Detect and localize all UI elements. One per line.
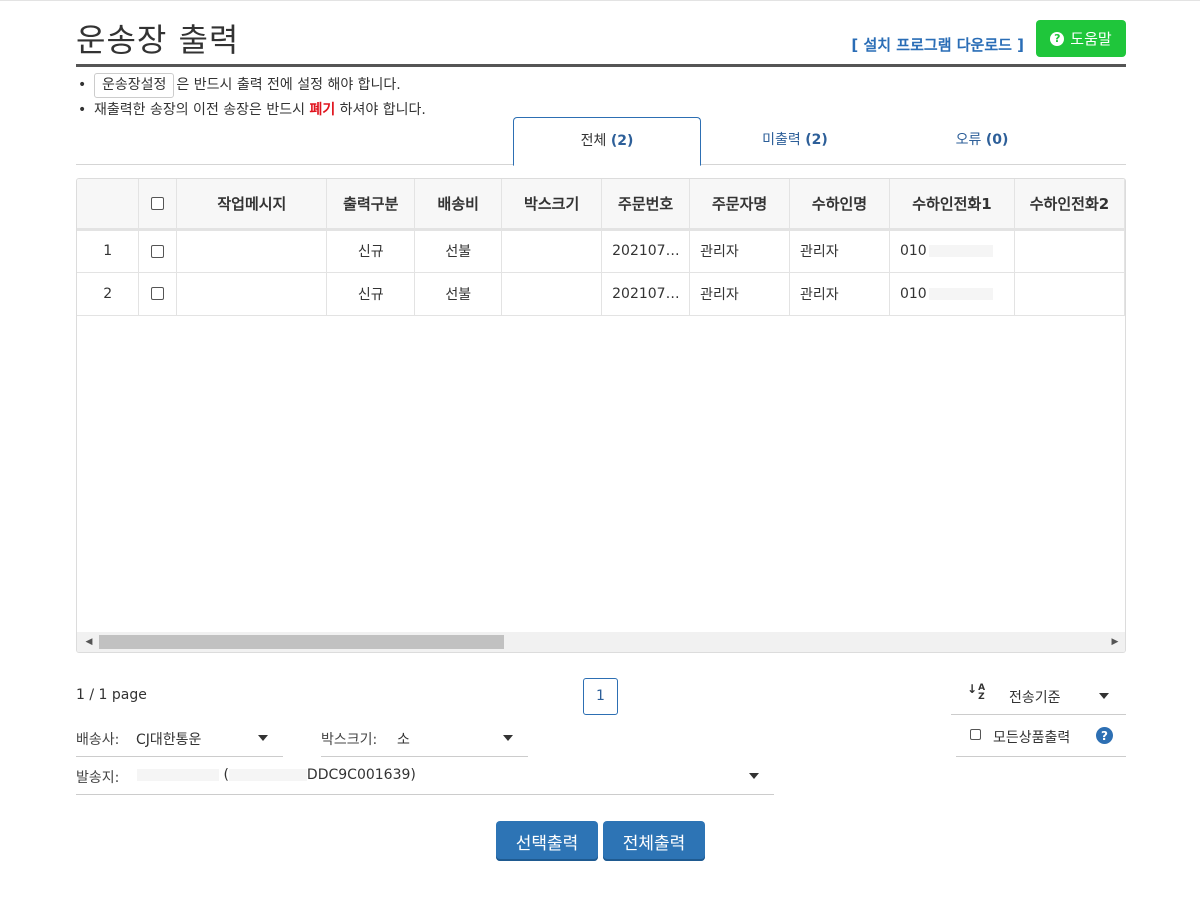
tab-all[interactable]: 전체 (2) — [513, 117, 701, 166]
question-circle-icon: ? — [1050, 31, 1065, 46]
cell-orderer: 관리자 — [689, 272, 791, 316]
print-selected-button[interactable]: 선택출력 — [496, 821, 598, 861]
tab-all-count: (2) — [610, 133, 634, 149]
cell-receiver-phone2 — [1014, 272, 1125, 316]
box-size-select[interactable]: 박스크기: 소 — [321, 719, 528, 757]
cell-message — [176, 272, 328, 316]
row-select-cell[interactable] — [138, 228, 178, 273]
help-question-icon[interactable]: ? — [1096, 727, 1113, 744]
row-number: 1 — [77, 228, 140, 273]
scroll-left-arrow-icon[interactable]: ◀ — [79, 632, 99, 652]
cell-receiver-phone1: 010 — [889, 272, 1015, 316]
page-container: 운송장 출력 [ 설치 프로그램 다운로드 ] ? 도움말 운송장설정은 반드시… — [76, 1, 1126, 861]
column-header-order-number[interactable]: 주문번호 — [601, 179, 691, 231]
horizontal-scrollbar[interactable]: ◀ ▶ — [77, 632, 1125, 652]
row-checkbox[interactable] — [151, 244, 165, 258]
cell-print-type: 신규 — [326, 228, 416, 273]
cell-receiver-phone1: 010 — [889, 228, 1015, 273]
box-size-label: 박스크기: — [321, 732, 378, 748]
select-all-checkbox[interactable] — [151, 197, 165, 211]
scrollbar-thumb[interactable] — [99, 635, 504, 649]
cell-print-type: 신규 — [326, 272, 416, 316]
cell-box-size — [501, 228, 603, 273]
column-header-receiver-phone1[interactable]: 수하인전화1 — [889, 179, 1015, 231]
page-header: 운송장 출력 [ 설치 프로그램 다운로드 ] ? 도움말 — [76, 1, 1126, 67]
all-products-label: 모든상품출력 — [993, 730, 1071, 746]
page-number-button[interactable]: 1 — [583, 678, 618, 715]
page-info: 1 / 1 page — [76, 687, 147, 703]
column-header-orderer[interactable]: 주문자명 — [689, 179, 791, 231]
tab-error-label: 오류 — [955, 132, 982, 148]
redacted-mask — [928, 287, 993, 300]
tab-error-count: (0) — [985, 132, 1009, 148]
tab-all-label: 전체 — [580, 133, 607, 149]
notice-text-2a: 재출력한 송장의 이전 송장은 반드시 — [94, 102, 310, 118]
tab-not-printed-label: 미출력 — [762, 132, 801, 148]
chevron-down-icon — [1099, 693, 1109, 699]
redacted-mask — [137, 769, 219, 781]
row-select-cell[interactable] — [138, 272, 178, 316]
column-header-receiver[interactable]: 수하인명 — [789, 179, 890, 231]
notice-text-1: 은 반드시 출력 전에 설정 해야 합니다. — [176, 77, 401, 93]
sort-label: 전송기준 — [1009, 690, 1061, 706]
column-header-print-type[interactable]: 출력구분 — [326, 179, 416, 231]
cell-orderer: 관리자 — [689, 228, 791, 273]
table-row[interactable]: 2 신규 선불 202107… 관리자 관리자 010 — [77, 272, 1125, 316]
column-header-message[interactable]: 작업메시지 — [176, 179, 328, 231]
table-header-row: 작업메시지 출력구분 배송비 박스크기 주문번호 주문자명 수하인명 수하인전화… — [77, 179, 1125, 231]
row-checkbox[interactable] — [151, 287, 165, 300]
tab-error[interactable]: 오류 (0) — [888, 117, 1076, 165]
column-header-receiver-phone2[interactable]: 수하인전화2 — [1014, 179, 1125, 231]
carrier-label: 배송사: — [76, 732, 120, 748]
tab-not-printed[interactable]: 미출력 (2) — [701, 117, 889, 165]
phone1-prefix: 010 — [899, 243, 927, 259]
waybill-setting-button[interactable]: 운송장설정 — [94, 73, 175, 98]
waybill-table: 작업메시지 출력구분 배송비 박스크기 주문번호 주문자명 수하인명 수하인전화… — [77, 179, 1125, 316]
all-products-print-option[interactable]: 모든상품출력 ? — [956, 717, 1126, 757]
install-program-download-link[interactable]: [ 설치 프로그램 다운로드 ] — [851, 34, 1024, 55]
sender-label: 발송지: — [76, 770, 120, 786]
carrier-value: CJ대한통운 — [136, 732, 202, 748]
table-row[interactable]: 1 신규 선불 202107… 관리자 관리자 010 — [77, 228, 1125, 273]
notice-list: 운송장설정은 반드시 출력 전에 설정 해야 합니다. 재출력한 송장의 이전 … — [76, 73, 676, 123]
status-tabs: 전체 (2) 미출력 (2) 오류 (0) — [76, 117, 1126, 166]
cell-message — [176, 228, 328, 273]
cell-shipping-fee: 선불 — [414, 272, 503, 316]
sort-az-icon: ↓A Z — [967, 682, 986, 702]
notice-text-2b: 하셔야 합니다. — [335, 102, 426, 118]
help-button[interactable]: ? 도움말 — [1036, 20, 1126, 57]
scroll-right-arrow-icon[interactable]: ▶ — [1105, 632, 1125, 652]
redacted-mask — [928, 245, 993, 257]
column-header-row-number — [77, 179, 140, 231]
column-header-box-size[interactable]: 박스크기 — [501, 179, 603, 231]
row-number: 2 — [77, 272, 140, 316]
sender-value: (DDC9C001639) — [137, 767, 416, 783]
sort-select[interactable]: ↓A Z 전송기준 — [951, 677, 1126, 715]
sender-address-select[interactable]: 발송지: (DDC9C001639) — [76, 757, 774, 795]
print-all-button[interactable]: 전체출력 — [603, 821, 705, 861]
cell-receiver: 관리자 — [789, 272, 890, 316]
carrier-select[interactable]: 배송사: CJ대한통운 — [76, 719, 283, 757]
help-button-label: 도움말 — [1070, 30, 1112, 48]
notice-item-setting: 운송장설정은 반드시 출력 전에 설정 해야 합니다. — [76, 73, 676, 98]
cell-order-number: 202107… — [601, 228, 691, 273]
phone1-prefix: 010 — [899, 285, 927, 302]
discard-warning-text: 폐기 — [309, 102, 336, 118]
redacted-mask — [228, 769, 307, 781]
column-header-shipping-fee[interactable]: 배송비 — [414, 179, 503, 231]
cell-receiver-phone2 — [1014, 228, 1125, 273]
cell-shipping-fee: 선불 — [414, 228, 503, 273]
chevron-down-icon — [258, 735, 268, 741]
cell-receiver: 관리자 — [789, 228, 890, 273]
chevron-down-icon — [749, 773, 759, 779]
cell-order-number: 202107… — [601, 272, 691, 316]
page-title: 운송장 출력 — [76, 21, 240, 59]
waybill-grid: 작업메시지 출력구분 배송비 박스크기 주문번호 주문자명 수하인명 수하인전화… — [76, 178, 1126, 653]
cell-box-size — [501, 272, 603, 316]
column-header-select-all[interactable] — [138, 179, 178, 231]
all-products-checkbox[interactable] — [970, 729, 981, 740]
chevron-down-icon — [503, 735, 513, 741]
box-size-value: 소 — [397, 732, 410, 748]
tab-not-printed-count: (2) — [805, 132, 828, 148]
